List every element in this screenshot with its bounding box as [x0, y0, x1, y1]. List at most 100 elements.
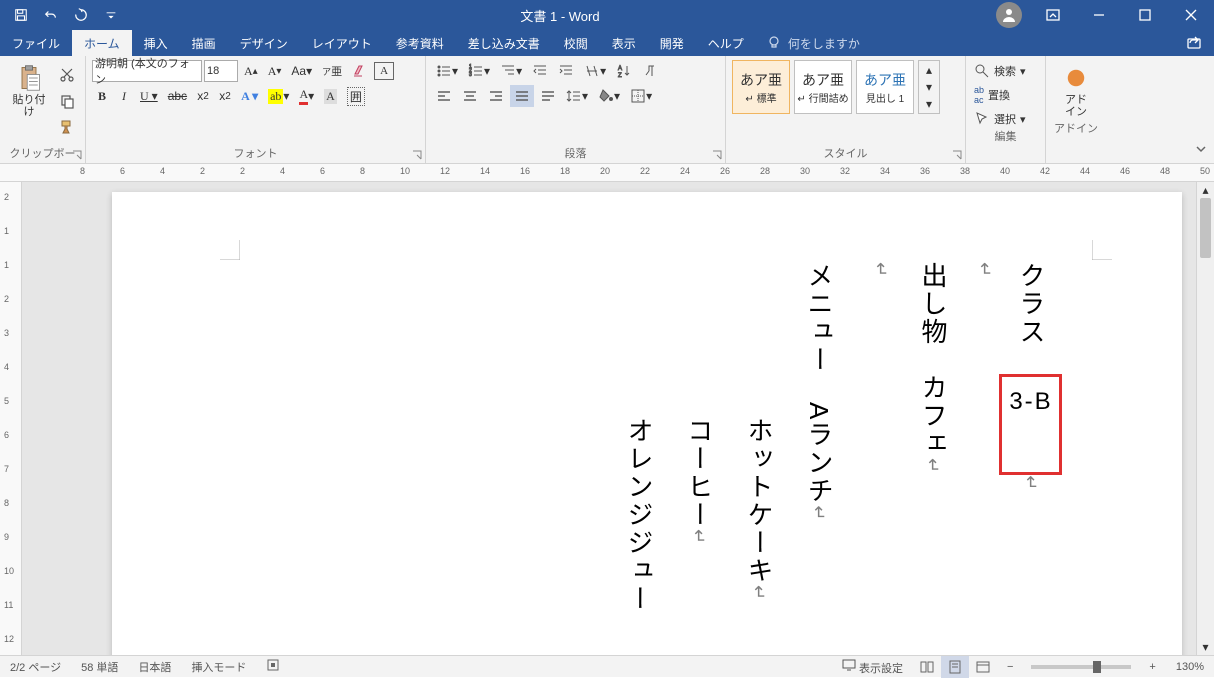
borders-button[interactable]: ▾ [626, 85, 656, 107]
text-column-6[interactable]: オレンジジュー [614, 417, 664, 613]
document-canvas[interactable]: クラス 3-B↵ ↵ 出し物 カフェ↵ ↵ メニュー Aランチ↵ ホットケーキ↵… [22, 182, 1196, 655]
align-justify-button[interactable] [510, 85, 534, 107]
tab-layout[interactable]: レイアウト [300, 30, 384, 56]
styles-more[interactable]: ▾ [919, 95, 939, 112]
tab-design[interactable]: デザイン [228, 30, 300, 56]
insert-mode[interactable]: 挿入モード [181, 659, 256, 675]
replace-button[interactable]: abac置換 [972, 84, 1039, 106]
text-column-4[interactable]: ホットケーキ↵ [734, 417, 784, 602]
clipboard-dialog-launcher[interactable] [71, 149, 83, 161]
tab-insert[interactable]: 挿入 [132, 30, 180, 56]
text-column-2[interactable]: 出し物 カフェ↵ [908, 262, 958, 475]
web-layout-button[interactable] [969, 656, 997, 678]
read-mode-button[interactable] [913, 656, 941, 678]
shading-button[interactable]: ▾ [594, 85, 624, 107]
superscript-button[interactable]: x2 [215, 85, 235, 107]
bold-button[interactable]: B [92, 85, 112, 107]
cut-button[interactable] [55, 64, 79, 86]
tab-draw[interactable]: 描画 [180, 30, 228, 56]
copy-button[interactable] [55, 90, 79, 112]
decrease-indent-button[interactable] [528, 60, 552, 82]
grow-font-button[interactable]: A▴ [240, 60, 262, 82]
tab-view[interactable]: 表示 [600, 30, 648, 56]
strikethrough-button[interactable]: abc [164, 85, 191, 107]
tab-home[interactable]: ホーム [72, 30, 132, 56]
character-shading-button[interactable]: A [320, 85, 341, 107]
paragraph-dialog-launcher[interactable] [711, 149, 723, 161]
zoom-slider[interactable] [1031, 665, 1131, 669]
tab-review[interactable]: 校閲 [552, 30, 600, 56]
font-color-button[interactable]: A ▾ [295, 85, 318, 107]
line-spacing-button[interactable]: ▾ [562, 85, 592, 107]
styles-scroll-down[interactable]: ▾ [919, 78, 939, 95]
tab-references[interactable]: 参考資料 [384, 30, 456, 56]
share-button[interactable] [1174, 30, 1214, 56]
tell-me[interactable]: 何をしますか [756, 30, 870, 56]
zoom-thumb[interactable] [1093, 661, 1101, 673]
minimize-button[interactable] [1076, 0, 1122, 30]
character-border-button[interactable]: 囲 [343, 85, 369, 107]
enclose-characters-button[interactable]: A [374, 62, 394, 80]
align-center-button[interactable] [458, 85, 482, 107]
tab-help[interactable]: ヘルプ [696, 30, 756, 56]
vertical-scrollbar[interactable]: ▴ ▾ [1196, 182, 1214, 655]
asian-layout-button[interactable]: ▾ [580, 60, 610, 82]
find-button[interactable]: 検索 ▾ [972, 62, 1039, 80]
addins-button[interactable]: アド イン [1052, 60, 1100, 120]
zoom-in-button[interactable]: + [1139, 661, 1165, 673]
distribute-button[interactable] [536, 85, 560, 107]
text-column-5[interactable]: コーヒー↵ [674, 417, 724, 546]
save-button[interactable] [8, 2, 34, 28]
scroll-up-button[interactable]: ▴ [1197, 182, 1214, 198]
font-name-select[interactable]: 游明朝 (本文のフォン [92, 60, 202, 82]
align-left-button[interactable] [432, 85, 456, 107]
ribbon-display-button[interactable] [1030, 0, 1076, 30]
numbering-button[interactable]: 123▾ [464, 60, 494, 82]
user-avatar[interactable] [996, 2, 1022, 28]
tab-mailings[interactable]: 差し込み文書 [456, 30, 552, 56]
display-settings[interactable]: 表示設定 [832, 658, 913, 676]
bullets-button[interactable]: ▾ [432, 60, 462, 82]
language[interactable]: 日本語 [128, 659, 181, 675]
show-marks-button[interactable] [638, 60, 662, 82]
phonetic-guide-button[interactable]: ア亜 [318, 60, 346, 82]
macro-recording[interactable] [256, 658, 290, 675]
sort-button[interactable]: AZ [612, 60, 636, 82]
style-no-spacing[interactable]: あア亜↵ 行間詰め [794, 60, 852, 114]
blank-para-1[interactable]: ↵ [961, 262, 1010, 279]
page-count[interactable]: 2/2 ページ [0, 659, 71, 675]
vertical-ruler[interactable]: 21123456789101112 [0, 182, 22, 655]
qat-customize[interactable] [98, 2, 124, 28]
multilevel-list-button[interactable]: ▾ [496, 60, 526, 82]
font-dialog-launcher[interactable] [411, 149, 423, 161]
tab-developer[interactable]: 開発 [648, 30, 696, 56]
word-count[interactable]: 58 単語 [71, 659, 128, 675]
increase-indent-button[interactable] [554, 60, 578, 82]
page[interactable]: クラス 3-B↵ ↵ 出し物 カフェ↵ ↵ メニュー Aランチ↵ ホットケーキ↵… [112, 192, 1182, 655]
change-case-button[interactable]: Aa▾ [287, 60, 316, 82]
font-size-select[interactable]: 18 [204, 60, 238, 82]
clear-formatting-button[interactable] [348, 60, 372, 82]
paste-button[interactable]: 貼り付け [6, 60, 52, 120]
scroll-down-button[interactable]: ▾ [1197, 639, 1214, 655]
style-normal[interactable]: あア亜↵ 標準 [732, 60, 790, 114]
collapse-ribbon-button[interactable] [1194, 142, 1208, 159]
text-column-3[interactable]: メニュー Aランチ↵ [794, 262, 844, 522]
blank-para-2[interactable]: ↵ [857, 262, 906, 279]
style-heading1[interactable]: あア亜見出し 1 [856, 60, 914, 114]
underline-button[interactable]: U ▾ [136, 85, 162, 107]
horizontal-ruler[interactable]: 8642246810121416182022242628303234363840… [0, 164, 1214, 182]
highlight-button[interactable]: ab▾ [264, 85, 293, 107]
maximize-button[interactable] [1122, 0, 1168, 30]
close-button[interactable] [1168, 0, 1214, 30]
print-layout-button[interactable] [941, 656, 969, 678]
text-column-1[interactable]: クラス 3-B↵ [999, 262, 1062, 492]
styles-scroll-up[interactable]: ▴ [919, 61, 939, 78]
italic-button[interactable]: I [114, 85, 134, 107]
styles-dialog-launcher[interactable] [951, 149, 963, 161]
tab-file[interactable]: ファイル [0, 30, 72, 56]
align-right-button[interactable] [484, 85, 508, 107]
zoom-level[interactable]: 130% [1166, 661, 1214, 673]
redo-button[interactable] [68, 2, 94, 28]
zoom-out-button[interactable]: − [997, 661, 1023, 673]
